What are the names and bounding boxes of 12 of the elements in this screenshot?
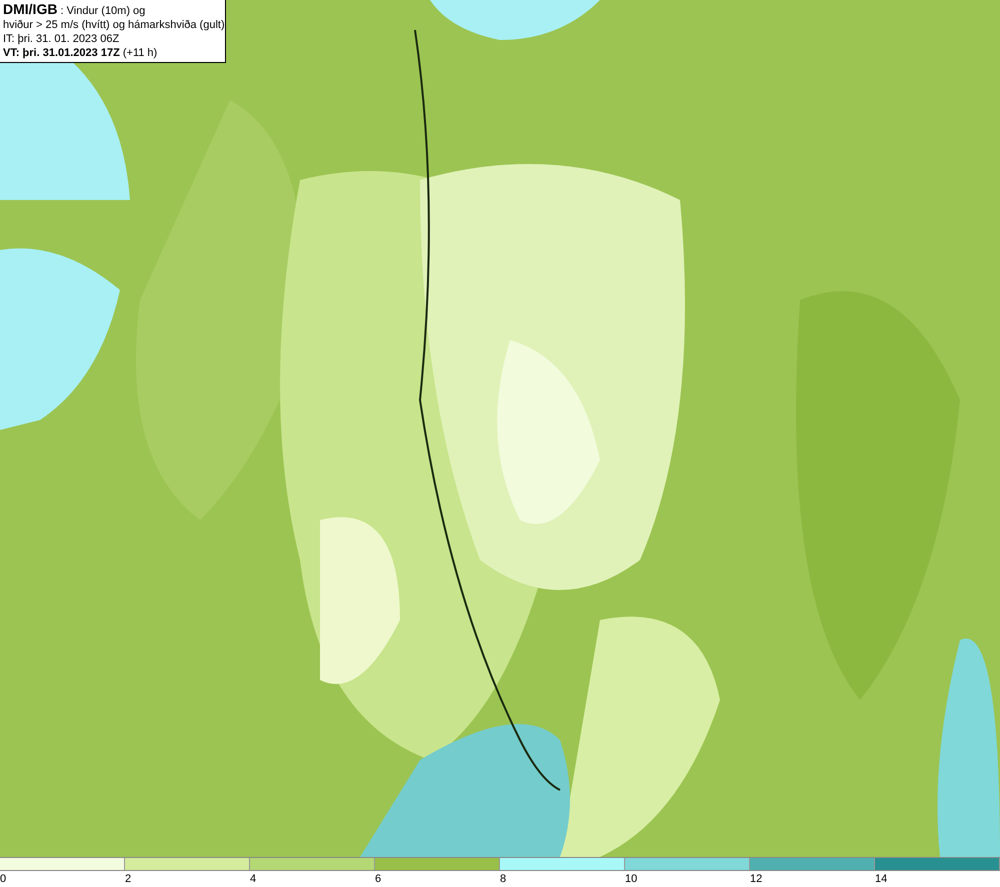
legend-label: 4 <box>250 872 256 887</box>
legend-label: 12 <box>750 872 762 887</box>
title-line: DMI/IGB : Vindur (10m) og <box>3 2 146 18</box>
title-line: IT: þri. 31. 01. 2023 06Z <box>3 32 120 46</box>
legend-label: 8 <box>500 872 506 887</box>
legend-label: 6 <box>375 872 382 887</box>
title-line: VT: þri. 31.01.2023 17Z (+11 h) <box>3 46 158 60</box>
legend-label: 0 <box>0 872 6 887</box>
legend-label: 2 <box>125 872 132 887</box>
legend-label: 14 <box>875 872 888 887</box>
title-line: hviður > 25 m/s (hvítt) og hámarkshviða (gult) <box>3 18 222 32</box>
legend-label: 10 <box>625 872 638 887</box>
